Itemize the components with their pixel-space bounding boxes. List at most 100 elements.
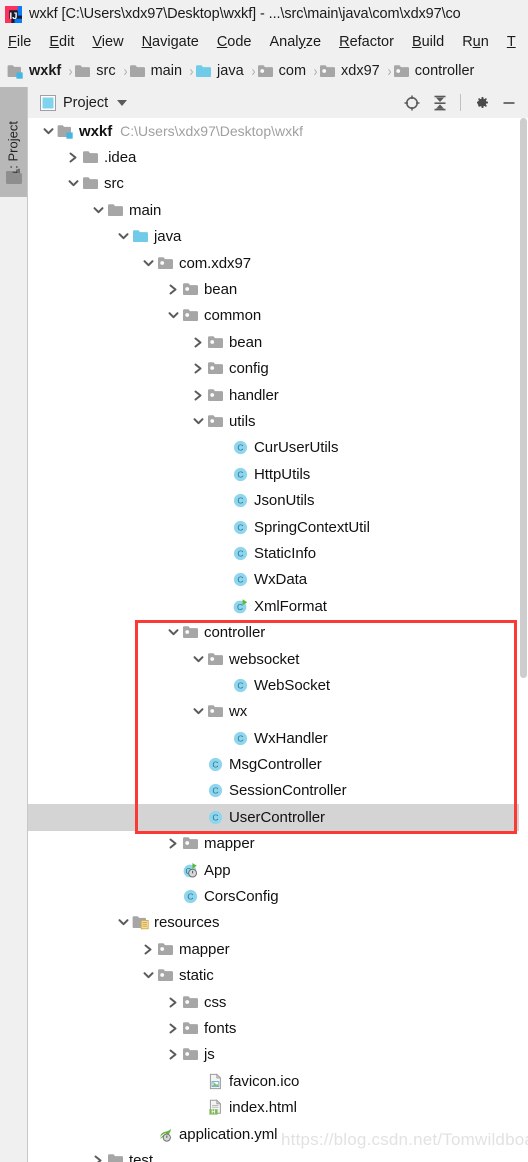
chevron-right-icon[interactable]: [190, 329, 207, 355]
tree-row-fonts[interactable]: fonts: [28, 1015, 528, 1041]
tree-row-wxhandler[interactable]: C WxHandler: [28, 725, 528, 751]
tree-row-label: application.yml: [179, 1125, 278, 1143]
chevron-down-icon[interactable]: [140, 250, 157, 276]
tree-row-mapper[interactable]: mapper: [28, 831, 528, 857]
breadcrumb-item-main[interactable]: main: [129, 63, 182, 80]
tree-row-js[interactable]: js: [28, 1042, 528, 1068]
tree-row-application-yml[interactable]: application.yml: [28, 1121, 528, 1147]
tree-row-css[interactable]: css: [28, 989, 528, 1015]
menu-item-analyze[interactable]: Analyze: [261, 34, 331, 50]
chevron-down-icon[interactable]: [65, 171, 82, 197]
tree-row-static[interactable]: static: [28, 963, 528, 989]
folder-icon[interactable]: [6, 171, 22, 184]
tree-row-httputils[interactable]: C HttpUtils: [28, 461, 528, 487]
tree-row-bean[interactable]: bean: [28, 329, 528, 355]
tree-row-sessioncontroller[interactable]: C SessionController: [28, 778, 528, 804]
locate-icon[interactable]: [399, 90, 425, 116]
chevron-right-icon[interactable]: [165, 831, 182, 857]
breadcrumb-separator: ›: [189, 62, 194, 80]
tree-row-mapper[interactable]: mapper: [28, 936, 528, 962]
tree-row-java[interactable]: java: [28, 224, 528, 250]
hide-panel-icon[interactable]: [496, 90, 522, 116]
chevron-right-icon[interactable]: [65, 144, 82, 170]
chevron-down-icon[interactable]: [190, 646, 207, 672]
tree-arrow-placeholder: [215, 593, 232, 619]
tree-row-staticinfo[interactable]: C StaticInfo: [28, 540, 528, 566]
chevron-down-icon[interactable]: [115, 224, 132, 250]
tree-row-websocket[interactable]: websocket: [28, 646, 528, 672]
menu-item-refactor[interactable]: Refactor: [330, 34, 403, 50]
tree-row-curuserutils[interactable]: C CurUserUtils: [28, 435, 528, 461]
menu-item-t[interactable]: T: [498, 34, 525, 50]
breadcrumb-item-java[interactable]: java: [195, 63, 244, 80]
chevron-down-icon[interactable]: [165, 619, 182, 645]
tree-row-wxkf[interactable]: wxkf C:\Users\xdx97\Desktop\wxkf: [28, 118, 528, 144]
project-file-tree[interactable]: wxkf C:\Users\xdx97\Desktop\wxkf .idea src m…: [28, 118, 528, 1162]
chevron-right-icon[interactable]: [165, 1015, 182, 1041]
tree-row-usercontroller[interactable]: C UserController: [28, 804, 528, 831]
chevron-down-icon[interactable]: [190, 699, 207, 725]
tree-row-app[interactable]: C App: [28, 857, 528, 883]
chevron-down-icon[interactable]: [140, 963, 157, 989]
tree-row-wx[interactable]: wx: [28, 699, 528, 725]
tree-row-xmlformat[interactable]: C XmlFormat: [28, 593, 528, 619]
breadcrumb-item-controller[interactable]: controller: [393, 63, 474, 80]
tree-row-label: resources: [154, 914, 220, 932]
breadcrumb-item-xdx97[interactable]: xdx97: [319, 63, 380, 80]
project-view-icon: [40, 94, 56, 111]
menu-item-code[interactable]: Code: [208, 34, 261, 50]
tree-row-main[interactable]: main: [28, 197, 528, 223]
tree-row-jsonutils[interactable]: C JsonUtils: [28, 487, 528, 513]
chevron-right-icon[interactable]: [140, 936, 157, 962]
chevron-right-icon[interactable]: [190, 356, 207, 382]
tree-row-label: SpringContextUtil: [254, 518, 370, 536]
menu-item-run[interactable]: Run: [453, 34, 498, 50]
tree-row-resources[interactable]: resources: [28, 910, 528, 936]
breadcrumb-separator: ›: [68, 62, 73, 80]
chevron-right-icon[interactable]: [165, 1042, 182, 1068]
menu-item-edit[interactable]: Edit: [40, 34, 83, 50]
tree-row-handler[interactable]: handler: [28, 382, 528, 408]
tree-row-src[interactable]: src: [28, 171, 528, 197]
tree-row-label: JsonUtils: [254, 492, 315, 510]
package-folder-icon: [182, 624, 199, 641]
vertical-scrollbar[interactable]: [519, 118, 528, 1162]
tree-row-config[interactable]: config: [28, 356, 528, 382]
tree-row-common[interactable]: common: [28, 303, 528, 329]
tree-row-bean[interactable]: bean: [28, 276, 528, 302]
tree-row-index-html[interactable]: Hindex.html: [28, 1094, 528, 1120]
menu-item-navigate[interactable]: Navigate: [133, 34, 208, 50]
collapse-all-icon[interactable]: [427, 90, 453, 116]
tree-row-controller[interactable]: controller: [28, 619, 528, 645]
tree-row-com-xdx97[interactable]: com.xdx97: [28, 250, 528, 276]
chevron-down-icon[interactable]: [117, 99, 128, 106]
tree-row-favicon-ico[interactable]: favicon.ico: [28, 1068, 528, 1094]
chevron-down-icon[interactable]: [190, 408, 207, 434]
chevron-right-icon[interactable]: [165, 276, 182, 302]
chevron-down-icon[interactable]: [115, 910, 132, 936]
tree-row-websocket[interactable]: C WebSocket: [28, 672, 528, 698]
menu-item-view[interactable]: View: [83, 34, 132, 50]
tree-row-springcontextutil[interactable]: C SpringContextUtil: [28, 514, 528, 540]
chevron-down-icon[interactable]: [90, 197, 107, 223]
breadcrumb-item-src[interactable]: src: [74, 63, 116, 80]
tree-row-msgcontroller[interactable]: C MsgController: [28, 751, 528, 777]
java-class-icon: C: [232, 571, 249, 588]
chevron-down-icon[interactable]: [165, 303, 182, 329]
chevron-right-icon[interactable]: [165, 989, 182, 1015]
chevron-right-icon[interactable]: [190, 382, 207, 408]
tree-row--idea[interactable]: .idea: [28, 144, 528, 170]
settings-gear-icon[interactable]: [468, 90, 494, 116]
tree-row-corsconfig[interactable]: C CorsConfig: [28, 883, 528, 909]
breadcrumb-item-wxkf[interactable]: wxkf: [0, 63, 61, 80]
vertical-scrollbar-thumb[interactable]: [520, 118, 527, 678]
chevron-down-icon[interactable]: [40, 118, 57, 144]
breadcrumb-item-com[interactable]: com: [257, 63, 306, 80]
menu-item-file[interactable]: File: [0, 34, 40, 50]
tree-row-wxdata[interactable]: C WxData: [28, 567, 528, 593]
menu-item-build[interactable]: Build: [403, 34, 453, 50]
tree-row-label: static: [179, 967, 214, 985]
chevron-right-icon[interactable]: [90, 1147, 107, 1162]
tree-row-test[interactable]: test: [28, 1147, 528, 1162]
tree-row-utils[interactable]: utils: [28, 408, 528, 434]
